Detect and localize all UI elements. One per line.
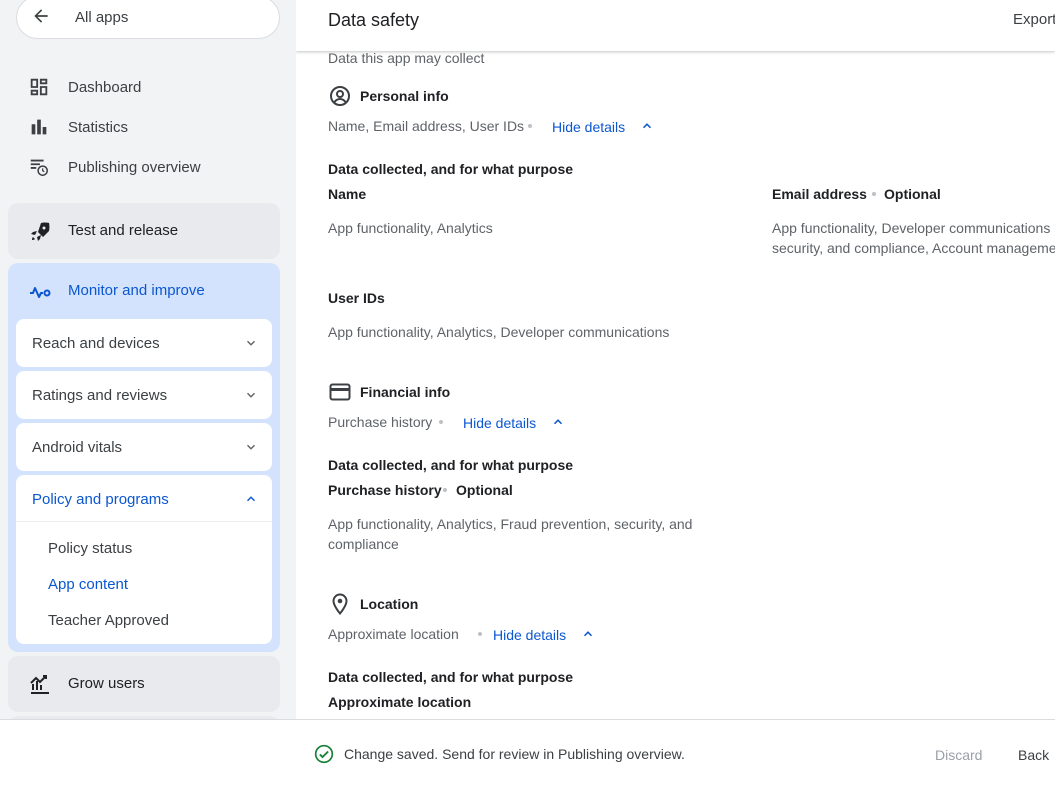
sidebar-item-label: Statistics xyxy=(68,118,129,136)
data-purpose-userids: App functionality, Analytics, Developer … xyxy=(328,324,670,340)
sidebar-link-policy-status[interactable]: Policy status xyxy=(48,540,132,557)
intro-text: Data this app may collect xyxy=(328,50,485,66)
section-label: Monitor and improve xyxy=(68,282,205,299)
bar-chart-icon xyxy=(31,119,47,135)
sidebar-item-publishing-overview[interactable]: Publishing overview xyxy=(16,147,280,187)
section-grow-users[interactable]: Grow users xyxy=(8,656,280,712)
chevron-up-icon[interactable] xyxy=(244,492,258,506)
rocket-icon xyxy=(31,222,50,241)
chevron-up-icon[interactable] xyxy=(581,627,595,641)
section-label: Grow users xyxy=(68,675,145,692)
chevron-down-icon xyxy=(247,444,255,450)
all-apps-label: All apps xyxy=(75,9,129,26)
hide-details-financial[interactable]: Hide details xyxy=(463,415,536,431)
sub-section-reach-and-devices[interactable]: Reach and devices xyxy=(16,319,272,367)
optional-badge: Optional xyxy=(884,186,941,202)
schedule-list-icon xyxy=(30,159,48,176)
sub-section-policy-and-programs: Policy and programs Policy status App co… xyxy=(16,475,272,644)
section-test-and-release[interactable]: Test and release xyxy=(8,203,280,259)
back-button[interactable]: Back xyxy=(1018,747,1049,763)
category-summary-financial: Purchase history xyxy=(328,414,433,430)
data-type-userids: User IDs xyxy=(328,290,385,306)
sub-section-label: Ratings and reviews xyxy=(32,387,168,404)
sub-section-label: Reach and devices xyxy=(32,335,160,352)
sidebar-link-teacher-approved[interactable]: Teacher Approved xyxy=(48,612,169,629)
data-purpose-name: App functionality, Analytics xyxy=(328,220,493,236)
data-type-email: Email address xyxy=(772,186,867,202)
discard-button[interactable]: Discard xyxy=(935,747,982,763)
sidebar-link-app-content[interactable]: App content xyxy=(48,576,128,593)
divider xyxy=(16,521,272,522)
sidebar: All apps Dashboard Statistics Publishing… xyxy=(0,0,296,719)
save-status-bar: Change saved. Send for review in Publish… xyxy=(0,719,1055,786)
optional-badge: Optional xyxy=(456,482,513,498)
data-purpose-purchase-line2: compliance xyxy=(328,536,399,552)
dashboard-icon xyxy=(30,78,48,96)
page-header: Data safety Export xyxy=(296,0,1055,51)
separator-dot xyxy=(478,632,482,636)
section-label: Test and release xyxy=(68,222,179,239)
sub-section-ratings-and-reviews[interactable]: Ratings and reviews xyxy=(16,371,272,419)
all-apps-button[interactable]: All apps xyxy=(16,0,280,39)
policy-and-programs-toggle[interactable]: Policy and programs xyxy=(32,491,169,508)
sub-section-android-vitals[interactable]: Android vitals xyxy=(16,423,272,471)
collected-heading-personal: Data collected, and for what purpose xyxy=(328,161,574,177)
hide-details-location[interactable]: Hide details xyxy=(493,627,566,643)
save-status-message: Change saved. Send for review in Publish… xyxy=(344,746,685,762)
data-purpose-purchase-line1: App functionality, Analytics, Fraud prev… xyxy=(328,516,693,532)
data-purpose-email-line1: App functionality, Developer communicati… xyxy=(772,220,1051,236)
check-circle-icon xyxy=(314,744,334,764)
chevron-down-icon xyxy=(247,340,255,346)
arrow-back-icon xyxy=(34,9,48,23)
export-button[interactable]: Export xyxy=(1013,11,1055,28)
data-purpose-email-line2: security, and compliance, Account manage… xyxy=(772,240,1055,256)
sidebar-item-label: Dashboard xyxy=(68,78,142,96)
separator-dot xyxy=(872,192,876,196)
sub-section-label: Android vitals xyxy=(32,439,123,456)
main-content: Data safety Export Data this app may col… xyxy=(296,0,1055,719)
category-summary-personal: Name, Email address, User IDs xyxy=(328,118,525,134)
data-type-purchase-history: Purchase history xyxy=(328,482,442,498)
monitor-pulse-icon xyxy=(30,287,51,298)
category-title-financial: Financial info xyxy=(360,384,451,400)
category-title-location: Location xyxy=(360,596,419,612)
chevron-up-icon[interactable] xyxy=(640,119,654,133)
account-circle-icon xyxy=(330,86,350,106)
chevron-down-icon xyxy=(247,392,255,398)
sidebar-item-dashboard[interactable]: Dashboard xyxy=(16,67,280,107)
grow-users-icon xyxy=(30,675,49,694)
sidebar-item-label: Publishing overview xyxy=(68,158,201,176)
data-type-approximate-location: Approximate location xyxy=(328,694,472,710)
monitor-and-improve-header[interactable]: Monitor and improve xyxy=(8,263,280,319)
data-type-name: Name xyxy=(328,186,367,202)
separator-dot xyxy=(528,124,532,128)
sidebar-item-statistics[interactable]: Statistics xyxy=(16,107,280,147)
category-summary-location: Approximate location xyxy=(328,626,459,642)
section-monitor-and-improve: Monitor and improve Reach and devices Ra… xyxy=(8,263,280,652)
chevron-up-icon[interactable] xyxy=(551,415,565,429)
category-title-personal: Personal info xyxy=(360,88,449,104)
collected-heading-financial: Data collected, and for what purpose xyxy=(328,457,574,473)
separator-dot xyxy=(443,488,447,492)
separator-dot xyxy=(439,420,443,424)
hide-details-personal[interactable]: Hide details xyxy=(552,119,625,135)
page-title: Data safety xyxy=(328,10,420,30)
credit-card-icon xyxy=(329,383,351,401)
collected-heading-location: Data collected, and for what purpose xyxy=(328,669,574,685)
location-pin-icon xyxy=(332,593,348,616)
